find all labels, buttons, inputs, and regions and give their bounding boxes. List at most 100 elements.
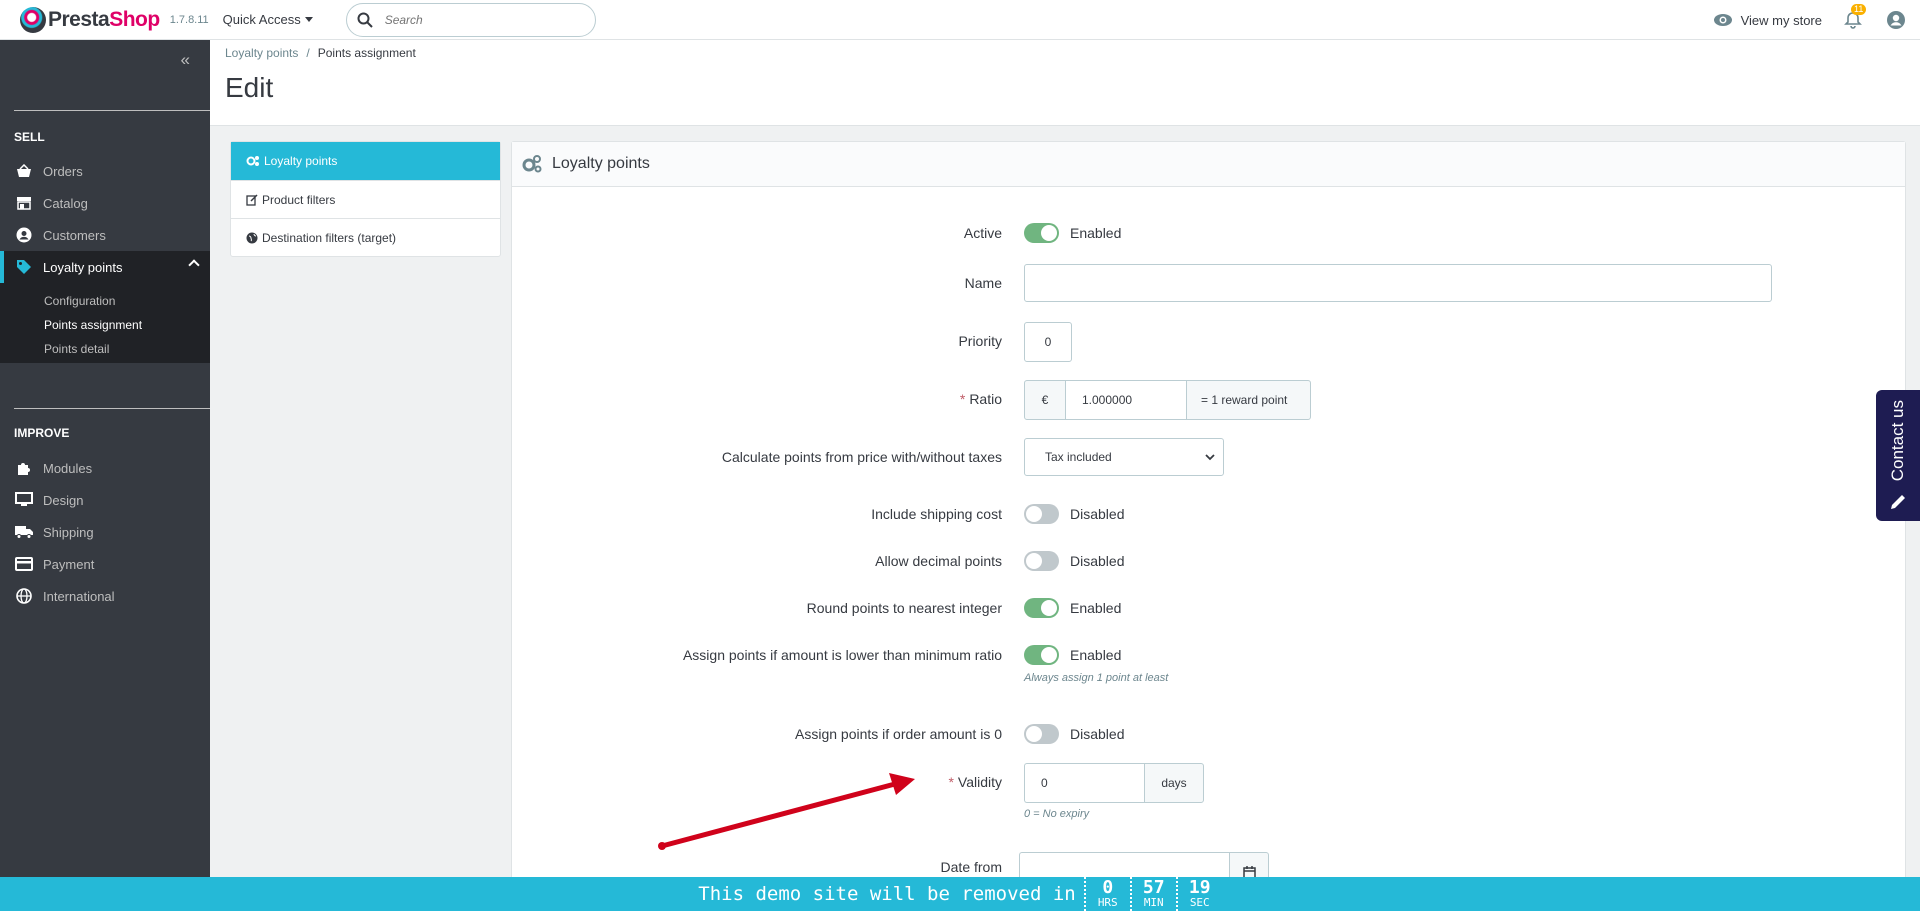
contact-us-label: Contact us [1888,400,1907,482]
loyalty-submenu: Configuration Points assignment Points d… [0,283,210,363]
sidebar-item-catalog[interactable]: Catalog [0,187,210,219]
ratio-input[interactable]: 1.000000 [1066,380,1186,420]
ratio-input-group: € 1.000000 = 1 reward point [1024,380,1311,420]
countdown-seconds-unit: SEC [1189,896,1210,909]
submenu-item-points-detail[interactable]: Points detail [0,337,210,361]
sidebar-item-orders[interactable]: Orders [0,155,210,187]
assign-zero-switch[interactable] [1024,724,1059,744]
sidebar-item-international[interactable]: International [0,580,210,612]
sidebar-item-label: Loyalty points [43,259,123,275]
form-tabs: Loyalty points Product filters Destinati… [230,141,501,257]
sidebar-item-loyalty-points[interactable]: Loyalty points [0,251,210,283]
contact-us-tab[interactable]: Contact us [1876,390,1920,521]
tag-icon [15,258,33,276]
notifications-button[interactable]: 11 [1844,4,1867,29]
breadcrumb-separator: / [306,46,310,60]
prestashop-logo-icon [20,6,46,33]
shipping-switch[interactable] [1024,504,1059,524]
top-header: PrestaShop 1.7.8.11 Quick Access View my… [0,0,1920,40]
ratio-suffix: = 1 reward point [1186,380,1311,420]
priority-input[interactable]: 0 [1024,322,1072,362]
decimal-state: Disabled [1070,553,1125,569]
prestashop-logo[interactable]: PrestaShop [20,6,160,33]
page-header: Loyalty points / Points assignment Edit [210,40,1920,126]
logo-text: PrestaShop [48,7,160,31]
required-marker: * [948,774,954,790]
calc-taxes-select[interactable]: Tax included [1024,438,1224,476]
tab-label: Product filters [262,192,336,207]
submenu-item-configuration[interactable]: Configuration [0,289,210,313]
cogs-icon [522,155,542,173]
view-store-link[interactable]: View my store [1713,13,1822,28]
shipping-toggle[interactable]: Disabled [1024,504,1124,524]
sidebar-heading-sell: SELL [14,130,45,144]
store-icon [15,194,33,212]
demo-banner: This demo site will be removed in 0 HRS … [0,877,1920,911]
breadcrumb-current: Points assignment [317,46,416,60]
sidebar-item-payment[interactable]: Payment [0,548,210,580]
validity-help: 0 = No expiry [1024,808,1090,820]
sidebar-item-design[interactable]: Design [0,484,210,516]
tab-destination-filters[interactable]: Destination filters (target) [231,218,500,256]
countdown-minutes-value: 57 [1142,877,1165,898]
round-toggle[interactable]: Enabled [1024,598,1121,618]
chevron-up-icon[interactable] [188,259,200,271]
globe-icon [246,232,258,243]
tab-label: Destination filters (target) [262,230,397,245]
priority-label: Priority [958,333,1002,349]
account-icon[interactable] [1886,10,1906,30]
sidebar-item-label: Customers [43,227,106,243]
quick-access-dropdown[interactable]: Quick Access [223,12,313,27]
shipping-label: Include shipping cost [871,506,1002,522]
credit-card-icon [15,555,33,573]
assign-zero-state: Disabled [1070,726,1125,742]
name-input[interactable] [1024,264,1772,302]
countdown-minutes: 57 MIN [1129,877,1176,911]
cogs-icon [246,156,259,166]
sidebar: « SELL Orders Catalog Customers Loyalty … [0,40,210,911]
tab-label: Loyalty points [264,154,338,168]
countdown-seconds: 19 SEC [1175,877,1222,911]
ratio-label: * Ratio [959,391,1002,407]
round-switch[interactable] [1024,598,1059,618]
assign-lower-label: Assign points if amount is lower than mi… [682,647,1002,663]
assign-zero-toggle[interactable]: Disabled [1024,724,1124,744]
assign-zero-label: Assign points if order amount is 0 [795,726,1002,742]
breadcrumb-parent-link[interactable]: Loyalty points [225,46,298,60]
tab-loyalty-points[interactable]: Loyalty points [231,142,500,180]
panel-title: Loyalty points [552,155,650,172]
version-label: 1.7.8.11 [169,13,209,26]
search-input[interactable] [384,12,565,27]
assign-lower-state: Enabled [1070,647,1122,663]
view-store-label: View my store [1740,12,1822,28]
loyalty-form-panel: Loyalty points Active Enabled Name Prior… [511,141,1906,901]
assign-lower-switch[interactable] [1024,645,1059,665]
decimal-toggle[interactable]: Disabled [1024,551,1124,571]
active-toggle[interactable]: Enabled [1024,223,1121,243]
sidebar-item-modules[interactable]: Modules [0,452,210,484]
page-title: Edit [225,72,274,103]
desktop-icon [15,491,33,509]
validity-input[interactable]: 0 [1024,763,1144,803]
account-circle-icon [15,226,33,244]
active-switch[interactable] [1024,223,1059,243]
countdown-seconds-value: 19 [1188,877,1211,898]
panel-header: Loyalty points [512,142,1905,187]
active-state: Enabled [1070,225,1122,241]
collapse-sidebar-icon[interactable]: « [181,50,190,70]
tab-product-filters[interactable]: Product filters [231,180,500,218]
decimal-switch[interactable] [1024,551,1059,571]
sidebar-divider [14,110,210,111]
sidebar-divider [14,408,210,409]
sidebar-item-label: Shipping [43,524,94,540]
assign-lower-toggle[interactable]: Enabled [1024,645,1121,665]
sidebar-item-label: Modules [43,460,93,476]
search-box [345,2,596,37]
sidebar-item-customers[interactable]: Customers [0,219,210,251]
sidebar-item-label: International [43,588,115,604]
submenu-item-points-assignment[interactable]: Points assignment [0,313,210,337]
sidebar-item-shipping[interactable]: Shipping [0,516,210,548]
sidebar-item-label: Orders [43,163,83,179]
search-icon[interactable] [357,12,373,28]
sidebar-item-label: Design [43,492,84,508]
